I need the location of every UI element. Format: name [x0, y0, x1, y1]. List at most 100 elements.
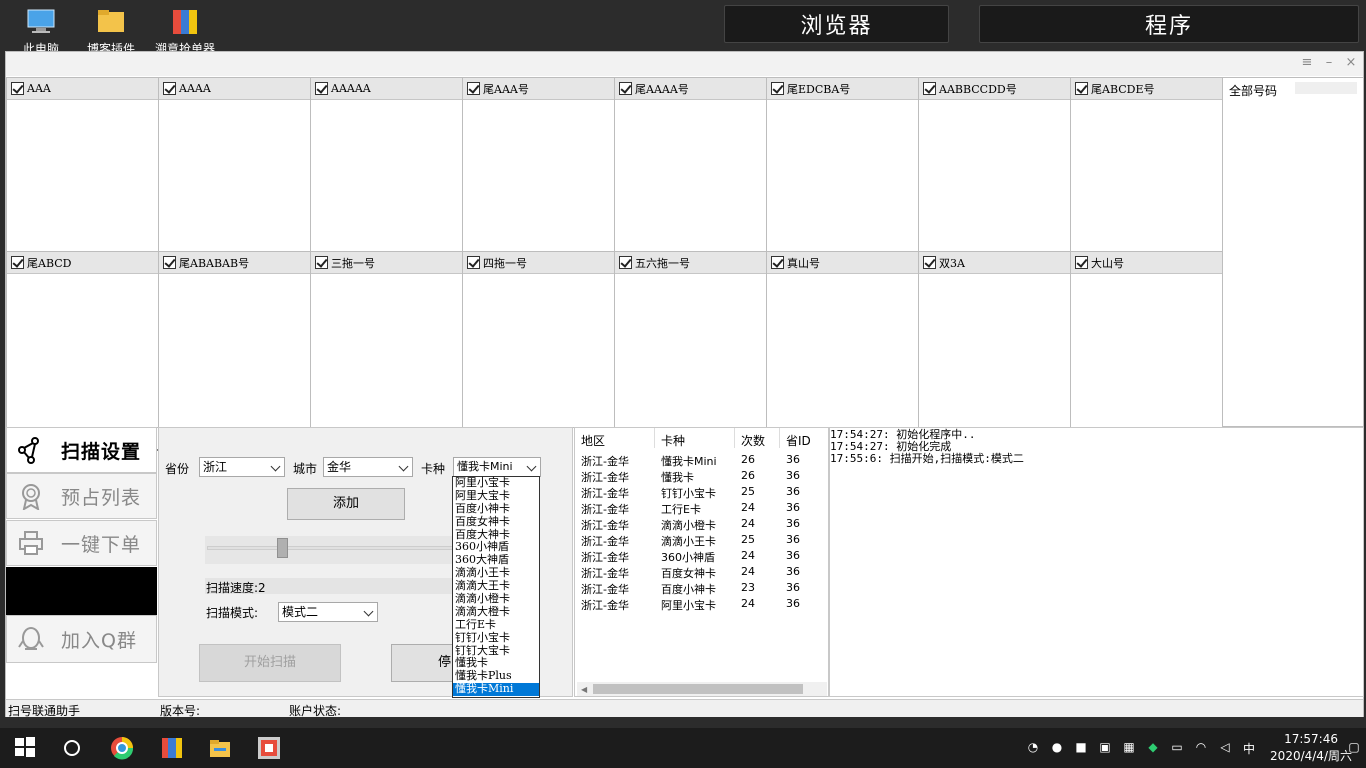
checkbox[interactable] [467, 82, 480, 95]
program-button[interactable]: 程序 [979, 5, 1359, 43]
checkbox[interactable] [315, 256, 328, 269]
city-select[interactable]: 金华 [323, 457, 413, 477]
checkbox[interactable] [11, 82, 24, 95]
add-button[interactable]: 添加 [287, 488, 405, 520]
checkbox[interactable] [619, 256, 632, 269]
pane-header[interactable]: 大山号 [1071, 252, 1222, 274]
pane-header[interactable]: 五六拖一号 [615, 252, 766, 274]
table-row[interactable]: 浙江-金华 懂我卡Mini 26 36 [575, 453, 825, 469]
pane-header[interactable]: 真山号 [767, 252, 918, 274]
table-row[interactable]: 浙江-金华 阿里小宝卡 24 36 [575, 597, 825, 613]
wechat-icon[interactable]: ● [1049, 740, 1065, 756]
table-row[interactable]: 浙江-金华 360小神盾 24 36 [575, 549, 825, 565]
status-bar: 扫号联通助手 版本号: 账户状态: [6, 699, 1363, 718]
dropdown-option[interactable]: 百度小神卡 [453, 502, 539, 516]
browser-button[interactable]: 浏览器 [724, 5, 949, 43]
pane-header[interactable]: 尾EDCBA号 [767, 78, 918, 100]
scrollbar-thumb[interactable] [593, 684, 803, 694]
table-row[interactable]: 浙江-金华 钉钉小宝卡 25 36 [575, 485, 825, 501]
card-type-dropdown[interactable]: 阿里小宝卡 阿里大宝卡 百度小神卡 百度女神卡 百度大神卡 360小神盾 360… [452, 476, 540, 698]
pane-header[interactable]: 尾AAA号 [463, 78, 614, 100]
table-row[interactable]: 浙江-金华 滴滴小橙卡 24 36 [575, 517, 825, 533]
wifi-icon[interactable]: ◠ [1193, 740, 1209, 756]
pane-header[interactable]: 尾ABCD [7, 252, 158, 274]
ime-indicator[interactable]: 中 [1241, 740, 1257, 756]
dropdown-option[interactable]: 工行E卡 [453, 618, 539, 632]
dropdown-option[interactable]: 钉钉小宝卡 [453, 631, 539, 645]
table-row[interactable]: 浙江-金华 滴滴小王卡 25 36 [575, 533, 825, 549]
checkbox[interactable] [315, 82, 328, 95]
checkbox[interactable] [1075, 82, 1088, 95]
pane-header[interactable]: 尾AAAA号 [615, 78, 766, 100]
archive-app-icon[interactable] [160, 736, 184, 760]
notification-center-icon[interactable]: ▢ [1346, 740, 1362, 756]
pane-header[interactable]: 尾ABABAB号 [159, 252, 310, 274]
dropdown-option-selected[interactable]: 懂我卡Mini [453, 682, 539, 697]
file-explorer-icon[interactable] [208, 736, 232, 760]
dropdown-option[interactable]: 百度女神卡 [453, 515, 539, 529]
search-circle-icon[interactable] [60, 736, 84, 760]
windows-start-icon[interactable] [14, 736, 38, 760]
desktop-icon-blog-plugin[interactable]: 博客插件 [76, 4, 146, 57]
checkbox[interactable] [771, 82, 784, 95]
battery-icon[interactable]: ▭ [1169, 740, 1185, 756]
checkbox[interactable] [467, 256, 480, 269]
checkbox[interactable] [11, 256, 24, 269]
dropdown-option[interactable]: 阿里小宝卡 [453, 476, 539, 490]
minimize-button[interactable]: – [1319, 54, 1339, 72]
checkbox[interactable] [163, 82, 176, 95]
folder-icon [94, 4, 128, 38]
side-nav: 扫描设置 预占列表 一键下单 加入Q群 [6, 427, 163, 664]
card-type-select[interactable]: 懂我卡Mini [453, 457, 541, 477]
nav-one-click-order[interactable]: 一键下单 [6, 520, 157, 566]
tray-app-icon[interactable]: ■ [1073, 740, 1089, 756]
table-row[interactable]: 浙江-金华 懂我卡 26 36 [575, 469, 825, 485]
pane-header[interactable]: 四拖一号 [463, 252, 614, 274]
nav-scan-settings[interactable]: 扫描设置 [6, 427, 163, 473]
pane-header[interactable]: AAAA [159, 78, 310, 100]
chrome-browser-icon[interactable] [110, 736, 134, 760]
table-row[interactable]: 浙江-金华 工行E卡 24 36 [575, 501, 825, 517]
dropdown-option[interactable]: 阿里大宝卡 [453, 489, 539, 503]
close-button[interactable]: × [1341, 54, 1361, 72]
checkbox[interactable] [619, 82, 632, 95]
mode-select[interactable]: 模式二 [278, 602, 378, 622]
cell-province-id: 36 [786, 549, 800, 562]
pane-header[interactable]: 三拖一号 [311, 252, 462, 274]
clock[interactable]: 17:57:46 2020/4/4/周六 [1270, 731, 1352, 765]
pane-header[interactable]: 尾ABCDE号 [1071, 78, 1222, 100]
all-numbers-field[interactable] [1295, 82, 1357, 94]
checkbox[interactable] [1075, 256, 1088, 269]
pane-header[interactable]: AAAAA [311, 78, 462, 100]
start-scan-button[interactable]: 开始扫描 [199, 644, 341, 682]
pane-header[interactable]: AABBCCDD号 [919, 78, 1070, 100]
horizontal-scrollbar[interactable]: ◀ [577, 682, 827, 696]
scroll-left-icon[interactable]: ◀ [581, 685, 587, 694]
checkbox[interactable] [163, 256, 176, 269]
checkbox[interactable] [771, 256, 784, 269]
province-select[interactable]: 浙江 [199, 457, 285, 477]
pane-header[interactable]: 双3A [919, 252, 1070, 274]
screen-capture-icon[interactable]: ▣ [1097, 740, 1113, 756]
desktop-icon-this-pc[interactable]: 此电脑 [6, 4, 76, 57]
stop-scan-button[interactable]: 停 [391, 644, 455, 682]
checkbox[interactable] [923, 256, 936, 269]
pane-header[interactable]: AAA [7, 78, 158, 100]
tray-window-icon[interactable]: ▦ [1121, 740, 1137, 756]
dropdown-option[interactable]: 滴滴大橙卡 [453, 605, 539, 619]
checkbox[interactable] [923, 82, 936, 95]
nav-join-qq-group[interactable]: 加入Q群 [6, 615, 157, 663]
table-row[interactable]: 浙江-金华 百度小神卡 23 36 [575, 581, 825, 597]
desktop-icon-grabber[interactable]: 溯意抢单器 [150, 4, 220, 57]
speed-slider[interactable] [205, 536, 465, 564]
security-shield-icon[interactable]: ◆ [1145, 740, 1161, 756]
table-row[interactable]: 浙江-金华 百度女神卡 24 36 [575, 565, 825, 581]
volume-icon[interactable]: ◁ [1217, 740, 1233, 756]
slider-thumb[interactable] [277, 538, 288, 558]
nav-reserve-list[interactable]: 预占列表 [6, 473, 157, 519]
nav-label: 一键下单 [61, 533, 142, 556]
dropdown-option[interactable]: 滴滴小橙卡 [453, 592, 539, 606]
notification-bell-icon[interactable]: ◔ [1025, 740, 1041, 756]
app-window-icon[interactable] [257, 736, 281, 760]
menu-icon[interactable]: ≡ [1297, 54, 1317, 72]
